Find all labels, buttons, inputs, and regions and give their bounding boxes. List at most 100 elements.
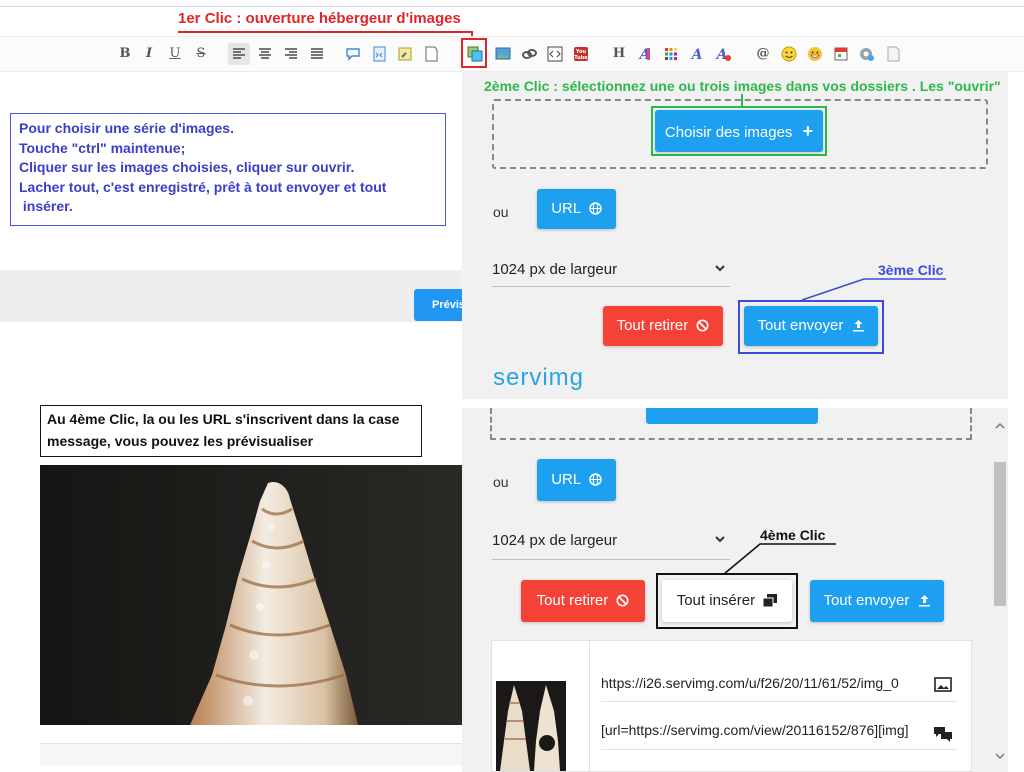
send-all-button[interactable]: Tout envoyer bbox=[744, 306, 878, 346]
headline-button[interactable]: H bbox=[608, 43, 630, 65]
speech-bubble-icon bbox=[346, 48, 360, 61]
underline-button[interactable]: U bbox=[164, 43, 186, 65]
settings-button[interactable] bbox=[856, 43, 878, 65]
fourth-click-connector bbox=[723, 543, 836, 575]
top-divider bbox=[0, 6, 1024, 7]
picture-icon bbox=[495, 47, 511, 60]
second-click-annotation: 2ème Clic : sélectionnez une ou trois im… bbox=[484, 78, 1001, 94]
font-face-icon: A bbox=[715, 47, 731, 63]
scrollbar-thumb[interactable] bbox=[994, 462, 1006, 606]
upload-icon bbox=[852, 320, 864, 332]
width-select[interactable]: 1024 px de largeur bbox=[492, 253, 730, 287]
choose-images-button[interactable]: Choisir des images + bbox=[655, 110, 823, 152]
strike-button[interactable]: S bbox=[190, 43, 212, 65]
hide-button[interactable] bbox=[420, 43, 442, 65]
scroll-down-icon[interactable] bbox=[992, 748, 1008, 764]
uploaded-image-card: https://i26.servimg.com/u/f26/20/11/61/5… bbox=[491, 640, 972, 772]
svg-text:Tube: Tube bbox=[574, 55, 588, 61]
youtube-icon: YouTube bbox=[574, 47, 588, 61]
first-click-underline bbox=[178, 31, 472, 33]
font-color-icon: A bbox=[638, 47, 651, 63]
font-size-button[interactable]: A bbox=[686, 43, 708, 65]
note-line: Pour choisir une série d'images. bbox=[19, 120, 234, 136]
editor-footer bbox=[0, 270, 462, 322]
note-line: Lacher tout, c'est enregistré, prêt à to… bbox=[19, 178, 387, 195]
comments-icon[interactable] bbox=[932, 725, 954, 742]
preview-strip bbox=[40, 743, 462, 765]
or-label-2: ou bbox=[493, 474, 509, 490]
send-all-label-2: Tout envoyer bbox=[823, 592, 910, 609]
emoji-button[interactable] bbox=[778, 43, 800, 65]
width-select-value: 1024 px de largeur bbox=[492, 261, 618, 278]
insert-all-label: Tout insérer bbox=[676, 592, 756, 609]
mention-button[interactable]: @ bbox=[752, 43, 774, 65]
align-left-button[interactable] bbox=[228, 43, 250, 65]
ban-icon bbox=[696, 319, 709, 332]
font-style-button[interactable]: A bbox=[634, 43, 656, 65]
color-grid-button[interactable] bbox=[660, 43, 682, 65]
fourth-click-caption: Au 4ème Clic, la ou les URL s'inscrivent… bbox=[40, 405, 422, 457]
italic-button[interactable]: I bbox=[138, 43, 160, 65]
remove-all-button[interactable]: Tout retirer bbox=[603, 306, 723, 346]
ban-icon bbox=[616, 594, 629, 607]
shell-image bbox=[40, 465, 462, 725]
font-face-button[interactable]: A bbox=[712, 43, 734, 65]
scroll-up-icon[interactable] bbox=[992, 418, 1008, 434]
copy-icon bbox=[762, 594, 778, 608]
color-palette-icon bbox=[665, 48, 677, 60]
choose-images-button-partial[interactable] bbox=[646, 408, 818, 424]
date-button[interactable] bbox=[830, 43, 852, 65]
editor-toolbar: B I U S You Tube H A A A @ bbox=[0, 36, 1024, 72]
preview-button[interactable]: Prévis bbox=[414, 289, 464, 321]
choose-images-label: Choisir des images bbox=[664, 124, 793, 141]
font-size-icon: A bbox=[690, 47, 703, 63]
chevron-down-icon bbox=[715, 265, 725, 272]
url-button-2[interactable]: URL bbox=[537, 459, 616, 501]
insert-all-button[interactable]: Tout insérer bbox=[662, 580, 792, 622]
image-url[interactable]: https://i26.servimg.com/u/f26/20/11/61/5… bbox=[601, 675, 937, 691]
bbcode-url[interactable]: [url=https://servimg.com/view/20116152/8… bbox=[601, 722, 925, 738]
emoji-alt-button[interactable] bbox=[804, 43, 826, 65]
instruction-note: Pour choisir une série d'images. Touche … bbox=[10, 113, 446, 226]
page-icon bbox=[425, 46, 438, 62]
bold-button[interactable]: B bbox=[114, 43, 136, 65]
plus-icon: + bbox=[802, 121, 814, 141]
embed-button[interactable] bbox=[544, 43, 566, 65]
spoiler-button[interactable] bbox=[394, 43, 416, 65]
align-right-button[interactable] bbox=[280, 43, 302, 65]
uploaded-thumbnail[interactable] bbox=[496, 681, 566, 771]
code-button[interactable] bbox=[368, 43, 390, 65]
or-label: ou bbox=[493, 204, 509, 220]
align-center-button[interactable] bbox=[254, 43, 276, 65]
justify-button[interactable] bbox=[306, 43, 328, 65]
calendar-icon bbox=[834, 47, 848, 61]
svg-text:A: A bbox=[690, 47, 703, 63]
insert-image-button[interactable] bbox=[492, 43, 514, 65]
send-all-button-2[interactable]: Tout envoyer bbox=[810, 580, 944, 622]
chain-link-icon bbox=[522, 49, 537, 59]
image-icon[interactable] bbox=[934, 677, 952, 692]
youtube-button[interactable]: You Tube bbox=[570, 43, 592, 65]
note-line: Touche "ctrl" maintenue; bbox=[19, 139, 186, 156]
quote-button[interactable] bbox=[342, 43, 364, 65]
globe-icon bbox=[589, 202, 602, 215]
url-divider bbox=[601, 749, 957, 750]
remove-all-label-2: Tout retirer bbox=[536, 592, 609, 609]
source-button[interactable] bbox=[882, 43, 904, 65]
note-line: insérer. bbox=[19, 198, 73, 215]
embed-code-icon bbox=[547, 46, 563, 62]
document-code-icon bbox=[373, 46, 386, 62]
image-host-highlight bbox=[461, 38, 487, 68]
remove-all-button-2[interactable]: Tout retirer bbox=[521, 580, 645, 622]
align-center-icon bbox=[259, 48, 271, 59]
first-click-annotation: 1er Clic : ouverture hébergeur d'images bbox=[178, 10, 461, 27]
url-label-2: URL bbox=[551, 471, 581, 488]
align-right-icon bbox=[285, 48, 297, 59]
remove-all-label: Tout retirer bbox=[616, 317, 689, 334]
url-label: URL bbox=[551, 200, 581, 217]
url-button[interactable]: URL bbox=[537, 189, 616, 229]
shell-photo bbox=[40, 465, 462, 725]
send-all-label: Tout envoyer bbox=[757, 317, 844, 334]
link-button[interactable] bbox=[518, 43, 540, 65]
width-select-2[interactable]: 1024 px de largeur bbox=[492, 524, 730, 560]
